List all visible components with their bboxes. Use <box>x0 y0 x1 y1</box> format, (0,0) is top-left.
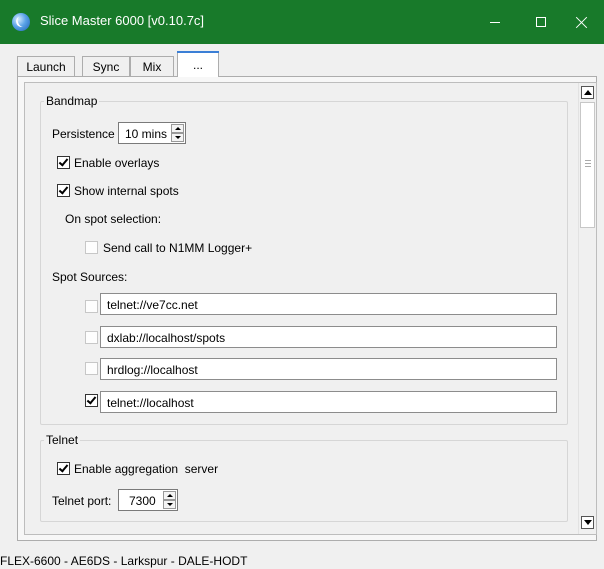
persistence-spinner[interactable]: 10 mins <box>118 122 186 144</box>
spot-source-input[interactable]: dxlab://localhost/spots <box>100 326 557 348</box>
persistence-label: Persistence <box>52 127 115 141</box>
scroll-up-button[interactable] <box>581 86 594 99</box>
tab-mix[interactable]: Mix <box>130 56 174 76</box>
telnet-port-decrement-button[interactable] <box>163 500 176 509</box>
tab-more[interactable]: ... <box>177 51 219 77</box>
tab-launch[interactable]: Launch <box>17 56 75 76</box>
persistence-increment-button[interactable] <box>171 124 184 133</box>
arrow-down-icon <box>583 520 592 525</box>
spot-source-checkbox[interactable] <box>85 331 98 344</box>
spot-source-checkbox[interactable] <box>85 300 98 313</box>
telnet-port-spinner[interactable]: 7300 <box>118 489 178 511</box>
enable-aggregation-label: Enable aggregation server <box>74 462 219 476</box>
send-call-n1mm-checkbox[interactable] <box>85 241 98 254</box>
telnet-port-value: 7300 <box>129 494 156 508</box>
on-spot-selection-label: On spot selection: <box>65 212 162 226</box>
spot-sources-label: Spot Sources: <box>52 270 128 284</box>
checkmark-icon <box>58 156 69 167</box>
spot-source-input[interactable]: hrdlog://localhost <box>100 358 557 380</box>
grip-line <box>585 163 591 164</box>
scroll-thumb[interactable] <box>580 102 595 228</box>
persistence-value: 10 mins <box>125 127 168 141</box>
minimize-icon <box>490 21 500 23</box>
show-internal-spots-label: Show internal spots <box>74 184 179 198</box>
spot-source-checkbox[interactable] <box>85 394 98 407</box>
telnet-group-title: Telnet <box>44 433 81 447</box>
grip-line <box>585 166 591 167</box>
window-title: Slice Master 6000 [v0.10.7c] <box>40 13 205 28</box>
checkmark-icon <box>58 462 69 473</box>
enable-aggregation-checkbox[interactable] <box>57 462 70 475</box>
enable-overlays-label: Enable overlays <box>74 156 160 170</box>
scroll-down-button[interactable] <box>581 516 594 529</box>
checkmark-icon <box>58 184 69 195</box>
arrow-up-icon <box>166 494 173 497</box>
close-icon <box>575 16 588 29</box>
grip-line <box>585 160 591 161</box>
telnet-port-increment-button[interactable] <box>163 491 176 500</box>
close-button[interactable] <box>558 0 604 44</box>
arrow-down-icon <box>174 136 181 139</box>
tab-sync[interactable]: Sync <box>82 56 130 76</box>
send-call-n1mm-label: Send call to N1MM Logger+ <box>103 241 253 255</box>
app-icon <box>12 13 30 31</box>
persistence-decrement-button[interactable] <box>171 133 184 142</box>
spot-source-input[interactable]: telnet://localhost <box>100 391 557 413</box>
spot-source-input[interactable]: telnet://ve7cc.net <box>100 293 557 315</box>
checkmark-icon <box>86 394 97 405</box>
bandmap-group-title: Bandmap <box>44 94 100 108</box>
arrow-up-icon <box>583 90 592 95</box>
show-internal-spots-checkbox[interactable] <box>57 184 70 197</box>
arrow-up-icon <box>174 127 181 130</box>
enable-overlays-checkbox[interactable] <box>57 156 70 169</box>
arrow-down-icon <box>166 503 173 506</box>
maximize-icon <box>536 17 546 27</box>
title-bar: Slice Master 6000 [v0.10.7c] <box>0 0 604 44</box>
status-bar: FLEX-6600 - AE6DS - Larkspur - DALE-HODT <box>0 549 604 569</box>
telnet-port-label: Telnet port: <box>52 494 112 508</box>
spot-source-checkbox[interactable] <box>85 362 98 375</box>
minimize-button[interactable] <box>472 0 518 44</box>
